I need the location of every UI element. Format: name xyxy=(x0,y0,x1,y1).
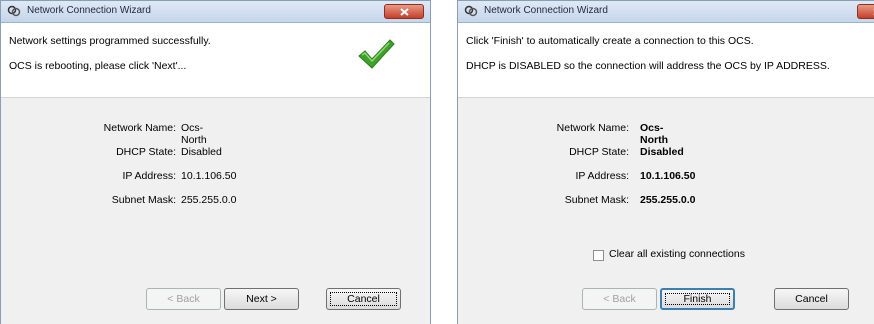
wizard-window-step2: Network Connection Wizard Click 'Finish'… xyxy=(457,0,874,324)
window-title: Network Connection Wizard xyxy=(484,5,608,16)
field-value: 10.1.106.50 xyxy=(181,170,237,182)
field-value: Ocs-North xyxy=(181,122,207,146)
next-button-label: Next > xyxy=(246,293,277,305)
header-panel: Network settings programmed successfully… xyxy=(1,23,430,98)
field-label: Subnet Mask: xyxy=(564,194,629,206)
header-instruction: DHCP is DISABLED so the connection will … xyxy=(466,60,830,72)
back-button[interactable]: < Back xyxy=(582,288,657,310)
field-label: Subnet Mask: xyxy=(111,194,176,206)
header-message: Network settings programmed successfully… xyxy=(9,35,211,47)
field-label: Network Name: xyxy=(103,122,176,134)
back-button[interactable]: < Back xyxy=(146,288,221,310)
checkmark-icon xyxy=(358,39,395,69)
field-value: Disabled xyxy=(181,146,222,158)
field-label: IP Address: xyxy=(122,170,176,182)
cancel-button-label: Cancel xyxy=(795,293,828,305)
title-bar: Network Connection Wizard xyxy=(1,1,430,23)
close-button[interactable] xyxy=(384,4,424,19)
field-value: Disabled xyxy=(640,146,684,158)
finish-button[interactable]: Finish xyxy=(660,288,735,310)
focus-ring xyxy=(665,293,730,305)
clear-connections-label[interactable]: Clear all existing connections xyxy=(609,248,745,260)
header-panel: Click 'Finish' to automatically create a… xyxy=(458,23,874,98)
wizard-window-step1: Network Connection Wizard Network settin… xyxy=(0,0,431,324)
cancel-button[interactable]: Cancel xyxy=(774,288,849,310)
window-title: Network Connection Wizard xyxy=(27,5,151,16)
header-message: Click 'Finish' to automatically create a… xyxy=(466,35,754,47)
header-instruction: OCS is rebooting, please click 'Next'... xyxy=(9,60,187,72)
field-value: 255.255.0.0 xyxy=(181,194,237,206)
cancel-button[interactable]: Cancel xyxy=(326,288,401,310)
field-label: DHCP State: xyxy=(569,146,629,158)
next-button[interactable]: Next > xyxy=(224,288,299,310)
field-label: IP Address: xyxy=(575,170,629,182)
close-button[interactable] xyxy=(857,4,874,19)
field-value: 10.1.106.50 xyxy=(640,170,696,182)
close-icon xyxy=(400,8,409,16)
clear-connections-checkbox[interactable] xyxy=(593,250,604,261)
title-bar: Network Connection Wizard xyxy=(458,1,874,23)
field-label: Network Name: xyxy=(556,122,629,134)
network-wizard-icon xyxy=(464,5,478,17)
focus-ring xyxy=(330,292,397,306)
field-label: DHCP State: xyxy=(116,146,176,158)
field-value: Ocs-North xyxy=(640,122,668,146)
field-value: 255.255.0.0 xyxy=(640,194,696,206)
network-wizard-icon xyxy=(7,5,21,17)
